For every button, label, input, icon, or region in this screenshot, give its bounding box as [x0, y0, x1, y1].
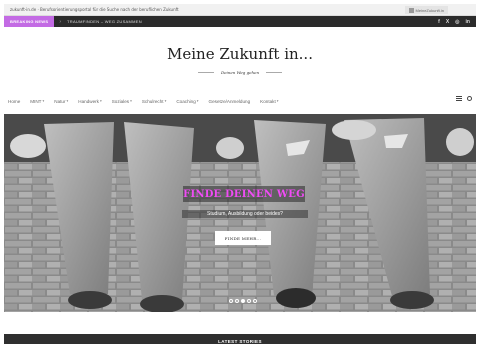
- slider-dot[interactable]: [253, 299, 257, 303]
- nav-item-label: Soziales: [111, 98, 130, 104]
- top-bar: BREAKING NEWS › Traumfinden – Weg zusamm…: [4, 16, 476, 27]
- main-nav: Home MINT ▾ Natur ▾ Handwerk ▾ Soziales ▾ Schulre…: [4, 94, 476, 108]
- nav-item-mint[interactable]: MINT ▾: [30, 99, 44, 104]
- nav-item-soziales[interactable]: Soziales ▾: [112, 99, 132, 104]
- social-links: f X ◎ in: [438, 16, 470, 27]
- divider: [197, 72, 214, 73]
- slider-dots: [229, 299, 257, 303]
- nav-item-label: Gesetze/Anmeldung: [208, 98, 251, 104]
- slider-dot[interactable]: [235, 299, 239, 303]
- nav-icons: [456, 96, 472, 101]
- chevron-down-icon: ▾: [164, 99, 167, 103]
- slider-dot[interactable]: [247, 299, 251, 303]
- chevron-down-icon: ▾: [66, 99, 69, 103]
- page: zukunft-in.de · Berufsorientierungsporta…: [4, 4, 476, 344]
- nav-item-home[interactable]: Home: [8, 99, 20, 104]
- chevron-down-icon: ▾: [130, 99, 132, 103]
- hero-slider[interactable]: FINDE DEINEN WEG Studium, Ausbildung ode…: [4, 114, 476, 312]
- news-ticker[interactable]: Traumfinden – Weg zusammen: [67, 19, 142, 24]
- browser-tab-label: MeineZukunft.in: [415, 7, 444, 13]
- browser-tab[interactable]: MeineZukunft.in: [404, 6, 448, 14]
- browser-bar: zukunft-in.de · Berufsorientierungsporta…: [4, 4, 476, 16]
- nav-item-label: Schulrecht: [141, 98, 164, 104]
- chevron-down-icon: ▾: [196, 99, 199, 103]
- instagram-icon[interactable]: ◎: [455, 19, 459, 25]
- favicon-icon: [408, 7, 414, 13]
- search-icon[interactable]: [467, 96, 472, 101]
- site-title[interactable]: Meine Zukunft in...: [4, 45, 476, 63]
- nav-item-label: Kontakt: [260, 98, 276, 104]
- menu-icon[interactable]: [456, 96, 462, 101]
- nav-item-label: Coaching: [176, 98, 196, 104]
- hero-subtitle: Studium, Ausbildung oder beides?: [182, 210, 308, 218]
- nav-item-label: MINT: [30, 98, 42, 104]
- chevron-down-icon: ▾: [99, 99, 102, 103]
- nav-list: Home MINT ▾ Natur ▾ Handwerk ▾ Soziales ▾ Schulre…: [4, 99, 289, 104]
- divider: [266, 72, 283, 73]
- linkedin-icon[interactable]: in: [466, 19, 470, 25]
- chevron-down-icon: ▾: [42, 99, 45, 103]
- tagline-row: Deinen Weg gehen: [4, 70, 476, 75]
- nav-item-kontakt[interactable]: Kontakt ▾: [260, 99, 278, 104]
- facebook-icon[interactable]: f: [438, 19, 440, 25]
- nav-item-label: Natur: [54, 98, 66, 104]
- x-icon[interactable]: X: [446, 19, 449, 25]
- chevron-down-icon: ▾: [276, 99, 279, 103]
- breaking-news-badge: BREAKING NEWS: [4, 16, 55, 27]
- slider-dot[interactable]: [229, 299, 233, 303]
- nav-item-gesetze-anmeldung[interactable]: Gesetze/Anmeldung: [209, 99, 251, 104]
- slider-dot[interactable]: [241, 299, 245, 303]
- chevron-right-icon[interactable]: ›: [59, 19, 61, 25]
- nav-item-label: Handwerk: [78, 98, 99, 104]
- tagline: Deinen Weg gehen: [220, 70, 260, 75]
- nav-item-schulrecht[interactable]: Schulrecht ▾: [142, 99, 166, 104]
- find-more-button[interactable]: FINDE MEHR...: [215, 231, 271, 245]
- nav-item-handwerk[interactable]: Handwerk ▾: [78, 99, 101, 104]
- nav-item-coaching[interactable]: Coaching ▾: [176, 99, 198, 104]
- nav-item-label: Home: [8, 98, 21, 104]
- hero-title: FINDE DEINEN WEG: [183, 186, 305, 202]
- address-bar[interactable]: zukunft-in.de · Berufsorientierungsporta…: [10, 7, 340, 12]
- nav-item-natur[interactable]: Natur ▾: [54, 99, 68, 104]
- latest-stories-bar[interactable]: LATEST STORIES: [4, 334, 476, 344]
